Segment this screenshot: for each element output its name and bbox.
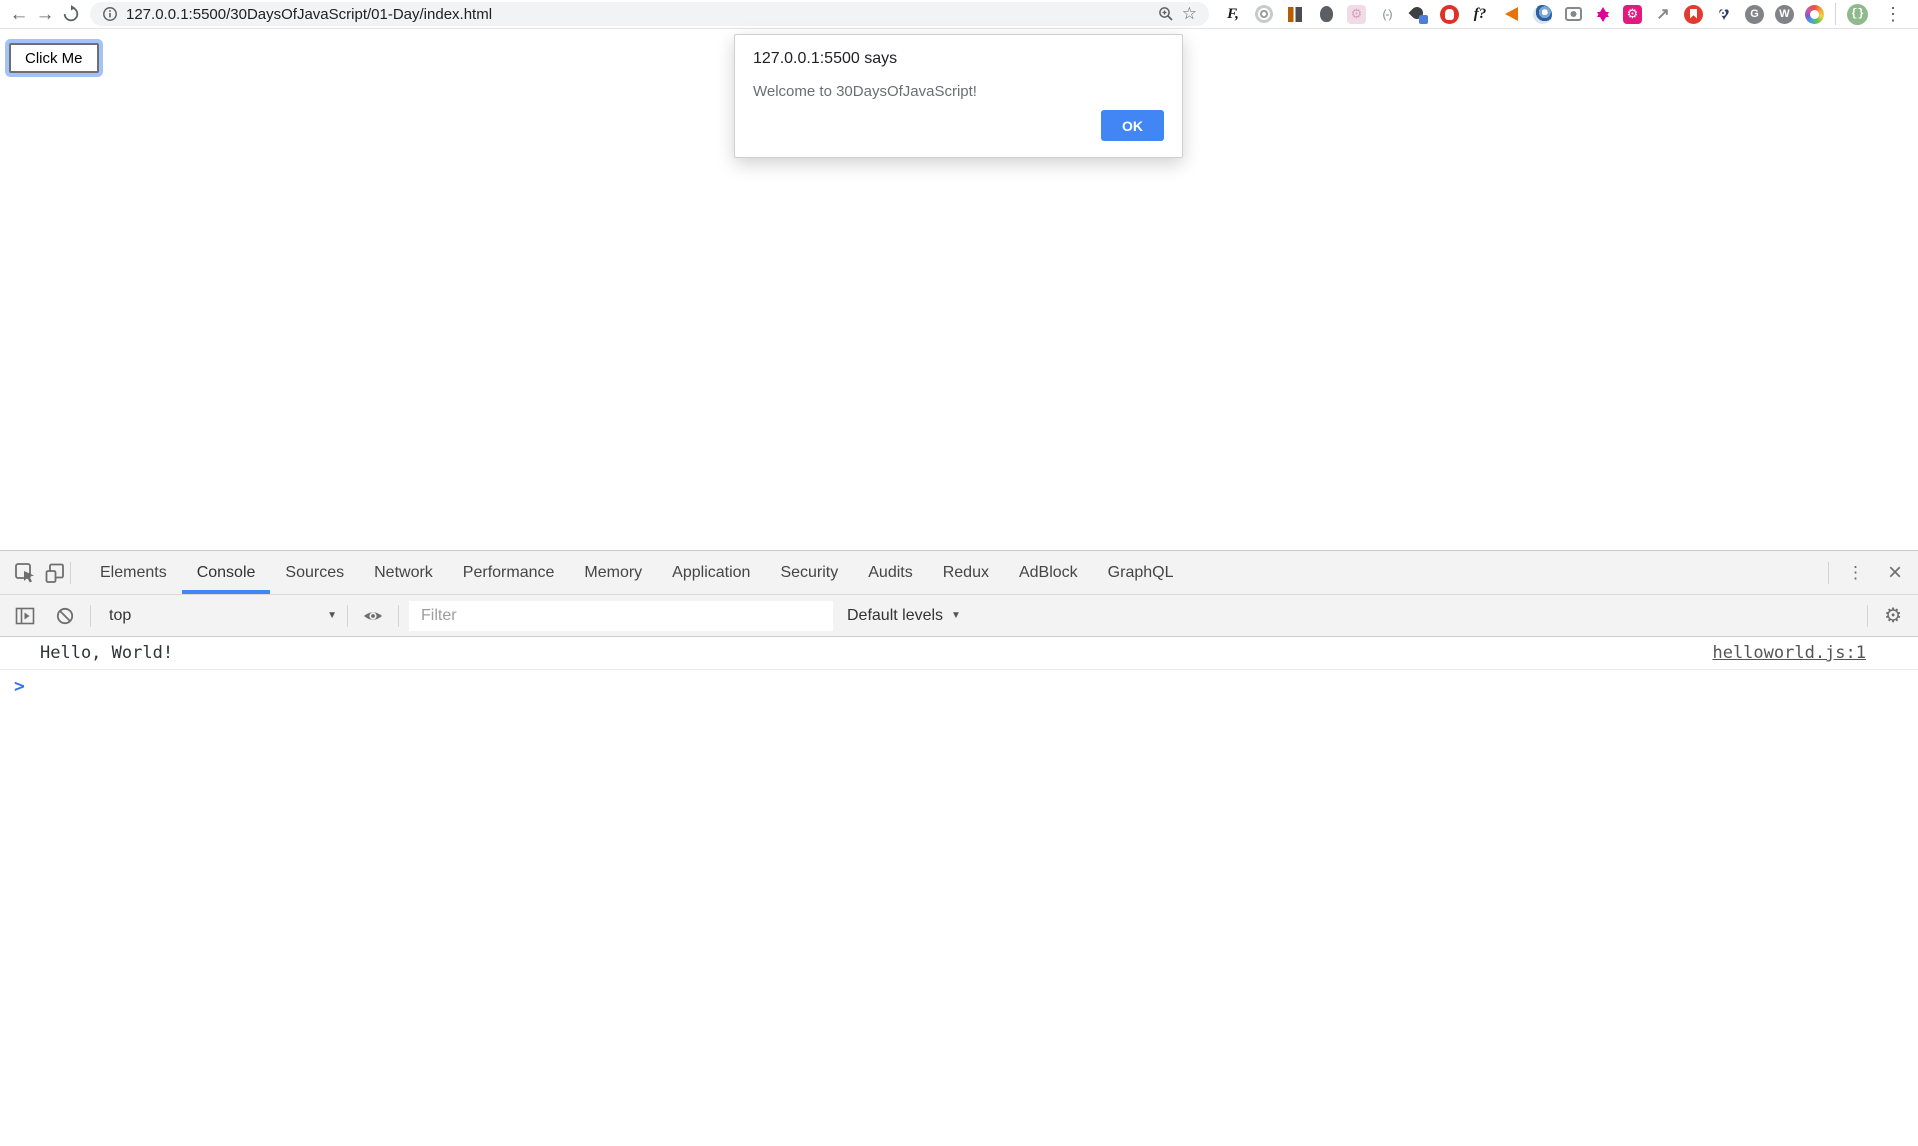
devtools-tabs: Elements Console Sources Network Perform… — [85, 551, 1188, 594]
toolbar-divider — [1835, 3, 1836, 25]
tab-audits[interactable]: Audits — [853, 551, 927, 594]
console-toolbar: top ▼ Default levels ▼ ⚙ — [0, 595, 1918, 637]
parens-extension-icon[interactable]: (-) — [1377, 4, 1397, 24]
console-toolbar-divider — [398, 605, 399, 627]
tab-application[interactable]: Application — [657, 551, 765, 594]
device-toolbar-icon[interactable] — [40, 558, 70, 588]
devtools-panel: Elements Console Sources Network Perform… — [0, 550, 1918, 1146]
execution-context-dropdown[interactable]: top ▼ — [101, 607, 337, 625]
execution-context-label: top — [109, 607, 131, 625]
console-toolbar-divider — [90, 605, 91, 627]
console-log-message: Hello, World! — [40, 643, 173, 663]
devtools-tabbar: Elements Console Sources Network Perform… — [0, 551, 1918, 595]
tabbar-divider — [70, 562, 71, 584]
address-bar[interactable]: 127.0.0.1:5500/30DaysOfJavaScript/01-Day… — [90, 2, 1209, 26]
click-me-button[interactable]: Click Me — [9, 43, 99, 73]
camera-extension-icon[interactable] — [1563, 4, 1583, 24]
console-toolbar-divider — [347, 605, 348, 627]
bookmark-extension-icon[interactable] — [1684, 5, 1703, 24]
page-info-icon[interactable] — [102, 6, 118, 22]
console-toolbar-divider — [1867, 605, 1868, 627]
pink-gear-extension-icon[interactable]: ⚙ — [1623, 5, 1642, 24]
url-text[interactable]: 127.0.0.1:5500/30DaysOfJavaScript/01-Day… — [126, 6, 1150, 23]
alert-title: 127.0.0.1:5500 says — [753, 50, 1164, 68]
faded-gear-extension-icon[interactable]: ⚙ — [1347, 5, 1366, 24]
swirl-extension-icon[interactable] — [1532, 4, 1552, 24]
console-filter-input[interactable] — [409, 601, 833, 631]
tab-security[interactable]: Security — [765, 551, 853, 594]
console-sidebar-icon[interactable] — [10, 601, 40, 631]
inspect-element-icon[interactable] — [10, 558, 40, 588]
chevron-down-icon: ▼ — [951, 610, 961, 621]
tab-sources[interactable]: Sources — [270, 551, 359, 594]
tab-graphql[interactable]: GraphQL — [1093, 551, 1189, 594]
tab-network[interactable]: Network — [359, 551, 448, 594]
alert-ok-button[interactable]: OK — [1101, 110, 1164, 141]
stop-hand-extension-icon[interactable] — [1439, 4, 1459, 24]
devtools-tabbar-right: ⋮ × — [1828, 561, 1908, 585]
g-circle-extension-icon[interactable]: G — [1745, 5, 1764, 24]
heart-search-extension-icon[interactable]: ♥ — [1714, 4, 1734, 24]
alert-message: Welcome to 30DaysOfJavaScript! — [753, 83, 1164, 100]
console-settings-gear-icon[interactable]: ⚙ — [1878, 603, 1908, 628]
devtools-menu-icon[interactable]: ⋮ — [1841, 563, 1870, 583]
chevron-down-icon: ▼ — [327, 610, 337, 621]
color-ring-extension-icon[interactable] — [1805, 5, 1824, 24]
lens-extension-icon[interactable] — [1254, 4, 1274, 24]
reload-icon[interactable] — [58, 1, 84, 27]
console-prompt-row[interactable]: > — [0, 670, 1918, 697]
tab-adblock[interactable]: AdBlock — [1004, 551, 1093, 594]
json-viewer-extension-icon[interactable]: {} — [1847, 4, 1868, 25]
back-icon[interactable]: ← — [6, 1, 32, 27]
forward-icon[interactable]: → — [32, 1, 58, 27]
megaphone-extension-icon[interactable] — [1501, 4, 1521, 24]
alert-dialog: 127.0.0.1:5500 says Welcome to 30DaysOfJ… — [734, 34, 1183, 158]
console-prompt-chevron-icon: > — [14, 676, 25, 697]
log-levels-dropdown[interactable]: Default levels ▼ — [847, 607, 961, 625]
tabbar-right-divider — [1828, 562, 1829, 584]
w-circle-extension-icon[interactable]: W — [1775, 5, 1794, 24]
eyedropper-extension-icon[interactable] — [1408, 4, 1428, 24]
bug-extension-icon[interactable] — [1316, 4, 1336, 24]
tab-console[interactable]: Console — [182, 551, 271, 594]
extensions-row: F, ⚙ (-) f? ⚙ ↗ ♥ G W {} — [1215, 3, 1876, 25]
devtools-close-icon[interactable]: × — [1882, 561, 1908, 585]
console-source-link[interactable]: helloworld.js:1 — [1712, 643, 1866, 663]
arrows-extension-icon[interactable]: ↗ — [1653, 4, 1673, 24]
blocks-extension-icon[interactable] — [1285, 4, 1305, 24]
tab-memory[interactable]: Memory — [569, 551, 657, 594]
console-log-row: Hello, World! helloworld.js:1 — [0, 637, 1918, 670]
clear-console-icon[interactable] — [50, 601, 80, 631]
browser-menu-icon[interactable]: ⋮ — [1876, 4, 1910, 25]
f-question-extension-icon[interactable]: f? — [1470, 4, 1490, 24]
graphql-extension-icon[interactable] — [1594, 5, 1612, 23]
tab-performance[interactable]: Performance — [448, 551, 570, 594]
tab-redux[interactable]: Redux — [928, 551, 1004, 594]
log-levels-label: Default levels — [847, 607, 943, 625]
live-expression-eye-icon[interactable] — [358, 601, 388, 631]
browser-toolbar: ← → 127.0.0.1:5500/30DaysOfJavaScript/01… — [0, 0, 1918, 29]
format-f-extension-icon[interactable]: F, — [1223, 4, 1243, 24]
tab-elements[interactable]: Elements — [85, 551, 182, 594]
zoom-icon[interactable] — [1158, 6, 1174, 22]
bookmark-star-icon[interactable]: ☆ — [1182, 4, 1197, 24]
